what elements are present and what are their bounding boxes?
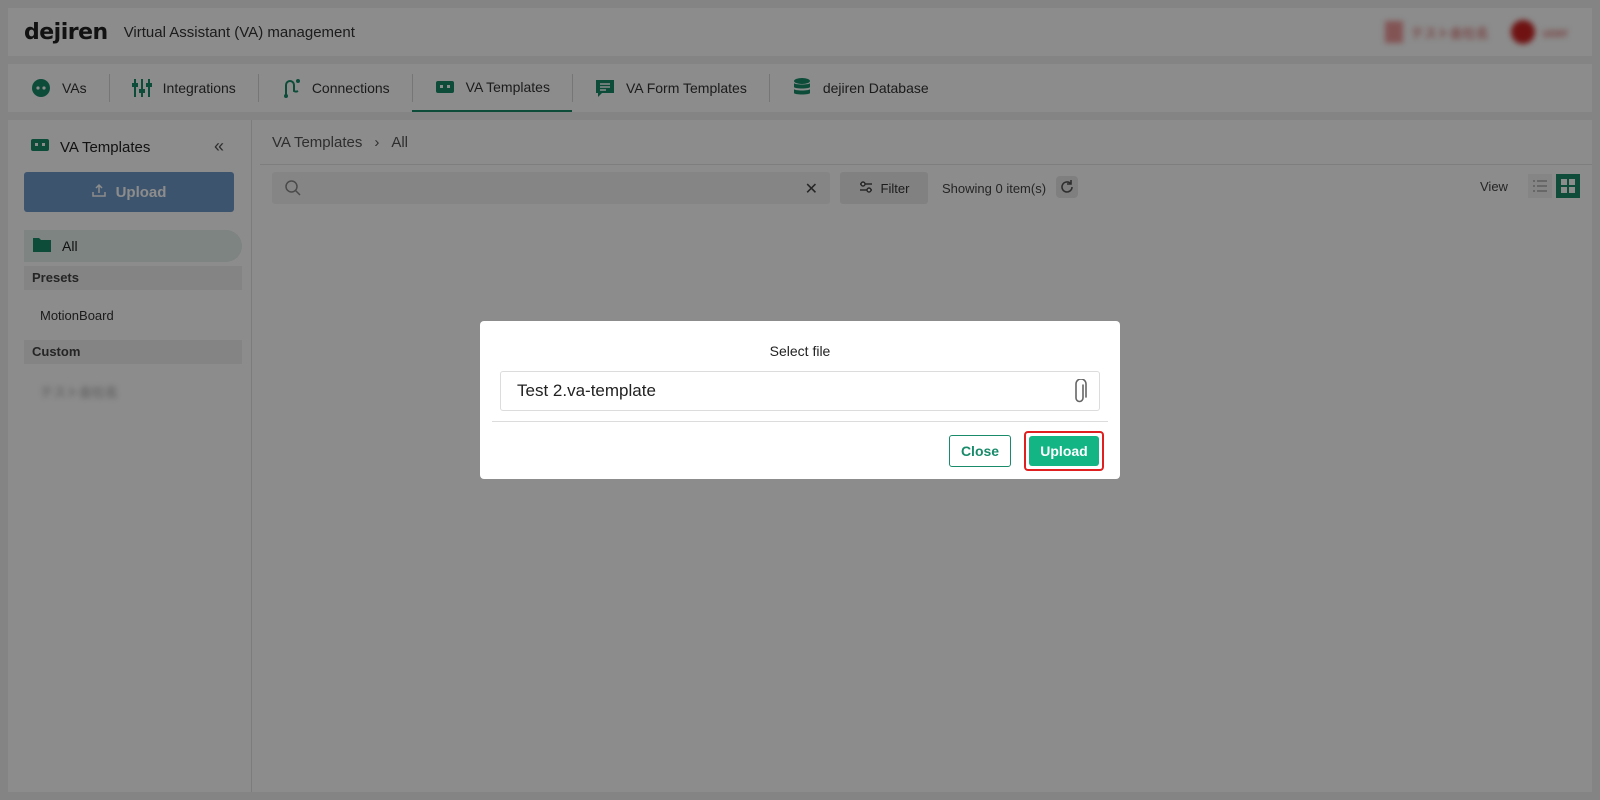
divider	[492, 421, 1108, 422]
paperclip-icon[interactable]	[1071, 378, 1089, 410]
upload-button-highlight: Upload	[1024, 431, 1104, 471]
file-name: Test 2.va-template	[517, 381, 656, 400]
close-button[interactable]: Close	[949, 435, 1011, 467]
dialog-title: Select file	[769, 343, 831, 359]
select-file-dialog: Select file Test 2.va-template Close Upl…	[480, 321, 1120, 479]
file-input[interactable]: Test 2.va-template	[500, 371, 1100, 411]
upload-button[interactable]: Upload	[1029, 436, 1099, 466]
